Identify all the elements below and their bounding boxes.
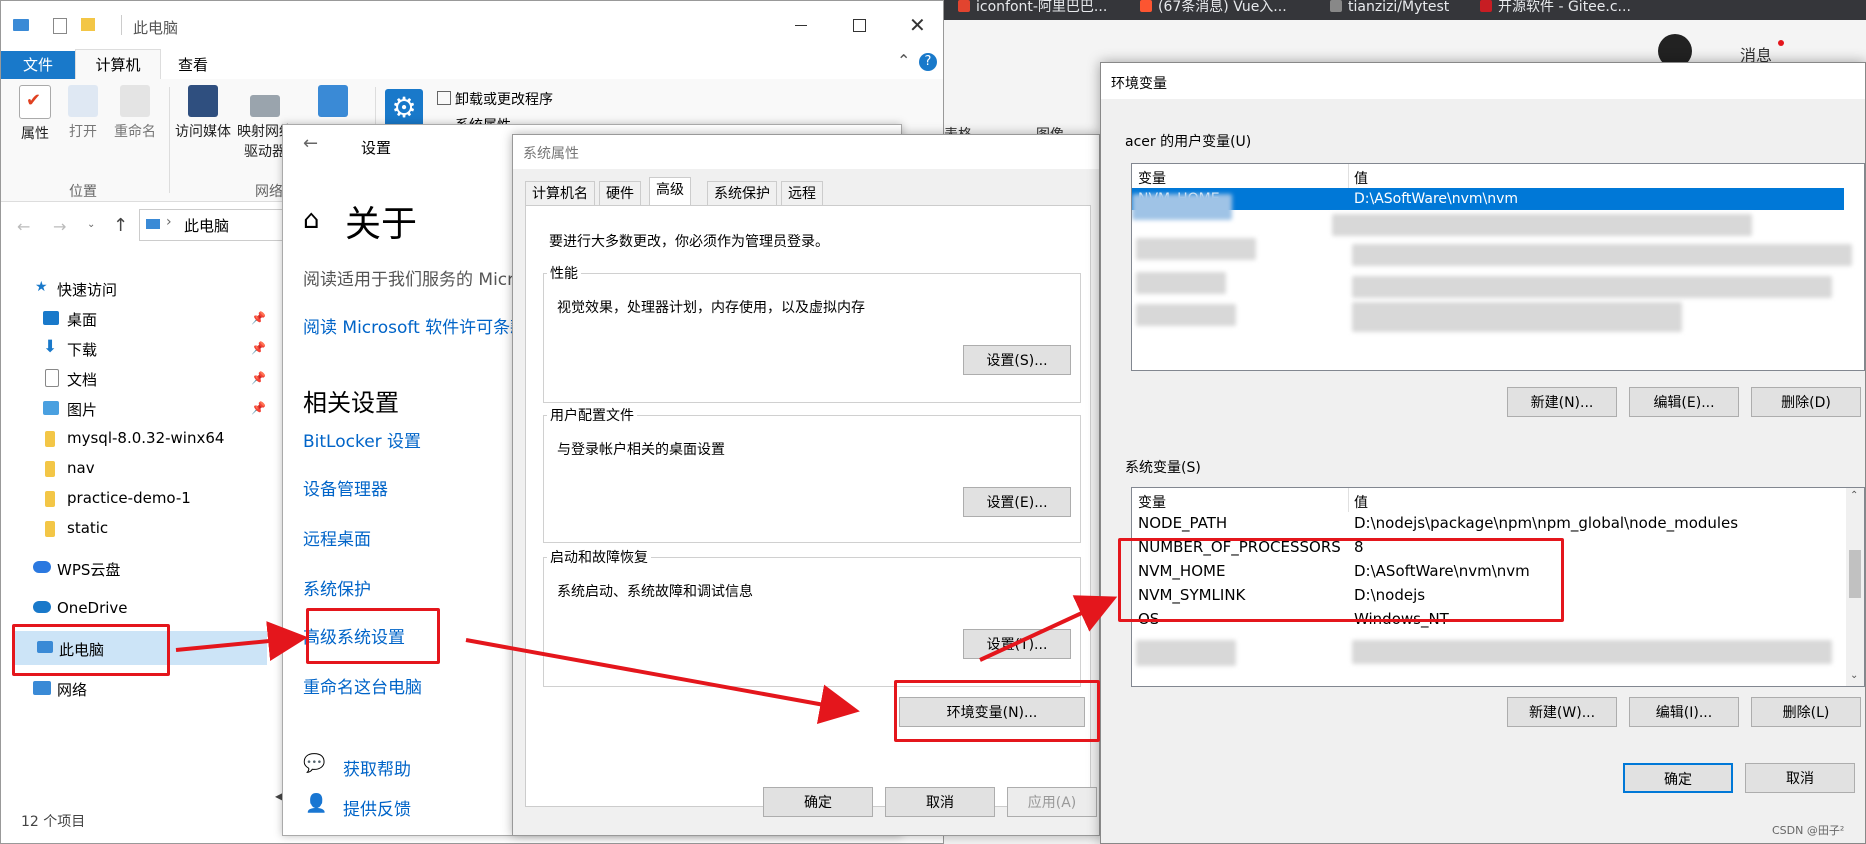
annotation-arrows [175,595,1118,724]
watermark: CSDN @田子² [1772,824,1845,837]
arrow-to-advanced-settings [175,621,308,661]
arrow-to-env-button [465,638,860,724]
arrow-to-nvm-vars [979,595,1118,662]
